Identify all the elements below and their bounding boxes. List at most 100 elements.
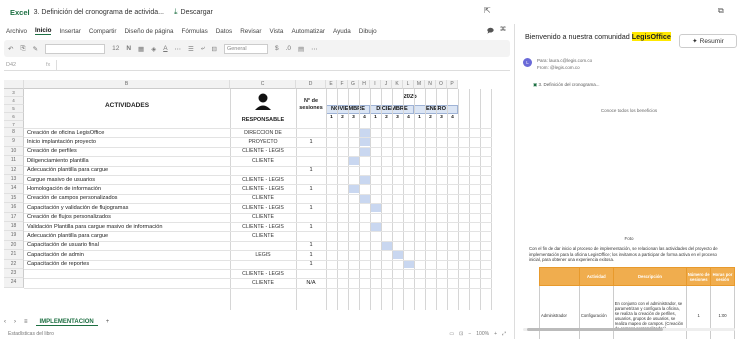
- tab-insertar[interactable]: Insertar: [59, 28, 80, 35]
- pane-toggle-icon[interactable]: ⇱: [484, 6, 491, 15]
- col-head-p[interactable]: P: [447, 80, 458, 89]
- sessions-cell[interactable]: 1: [296, 224, 326, 230]
- gantt-bar-cell[interactable]: [348, 156, 359, 165]
- sessions-cell[interactable]: 1: [296, 139, 326, 145]
- font-size-select[interactable]: 12: [112, 45, 119, 52]
- more-icon[interactable]: ⋯: [175, 45, 182, 53]
- col-head-m[interactable]: M: [414, 80, 425, 89]
- sessions-cell[interactable]: 1: [296, 205, 326, 211]
- font-color-icon[interactable]: A: [163, 45, 167, 52]
- pane-scrollbar[interactable]: [523, 328, 735, 331]
- gantt-bar-cell[interactable]: [403, 260, 414, 269]
- responsible-cell[interactable]: CLIENTE: [230, 195, 296, 201]
- activity-cell[interactable]: Capacitación y validación de flujogramas: [27, 205, 252, 211]
- name-box[interactable]: D42: [4, 62, 34, 68]
- gantt-bar-cell[interactable]: [392, 250, 403, 259]
- document-title[interactable]: 3. Definición del cronograma de activida…: [34, 9, 164, 16]
- row-head[interactable]: 8: [4, 128, 24, 138]
- sessions-cell[interactable]: 1: [296, 261, 326, 267]
- sheet-tab-implementacion[interactable]: IMPLEMENTACION: [35, 319, 98, 326]
- zoom-level[interactable]: 100%: [476, 331, 489, 337]
- col-head-i[interactable]: I: [370, 80, 381, 89]
- row-head[interactable]: 24: [4, 278, 24, 288]
- tab-automatizar[interactable]: Automatizar: [291, 28, 325, 35]
- activity-cell[interactable]: Creación de oficina LegisOffice: [27, 130, 252, 136]
- col-head-e[interactable]: E: [326, 80, 337, 89]
- gantt-bar-cell[interactable]: [359, 138, 370, 147]
- tab-vista[interactable]: Vista: [270, 28, 284, 35]
- page-layout-icon[interactable]: ⊡: [459, 331, 463, 337]
- row-head[interactable]: 10: [4, 146, 24, 157]
- row-head[interactable]: 9: [4, 137, 24, 147]
- responsible-cell[interactable]: PROYECTO: [230, 139, 296, 145]
- borders-icon[interactable]: ▦: [138, 45, 144, 53]
- gantt-bar-cell[interactable]: [359, 147, 370, 156]
- select-all-corner[interactable]: [4, 80, 24, 89]
- activity-cell[interactable]: Homologación de información: [27, 186, 252, 192]
- toolbar-more-icon[interactable]: ⋯: [311, 45, 318, 53]
- clipboard-icon[interactable]: ⎘: [20, 45, 25, 53]
- activity-cell[interactable]: Adecuación plantilla para cargue: [27, 233, 252, 239]
- activity-cell[interactable]: Capacitación de usuario final: [27, 242, 252, 248]
- col-head-c[interactable]: C: [230, 80, 296, 89]
- responsible-cell[interactable]: LEGIS: [230, 252, 296, 258]
- tab-inicio[interactable]: Inicio: [35, 27, 52, 35]
- row-head[interactable]: 14: [4, 184, 24, 194]
- currency-icon[interactable]: $: [275, 45, 279, 52]
- sessions-cell[interactable]: 1: [296, 252, 326, 258]
- responsible-cell[interactable]: CLIENTE: [230, 233, 296, 239]
- activity-cell[interactable]: Creación de campos personalizados: [27, 195, 252, 201]
- zoom-in-icon[interactable]: +: [494, 331, 497, 337]
- prev-sheet-icon[interactable]: ‹: [4, 319, 6, 325]
- fill-color-icon[interactable]: ◈: [151, 45, 156, 53]
- responsible-cell[interactable]: CLIENTE: [230, 214, 296, 220]
- row-head[interactable]: 20: [4, 240, 24, 251]
- responsible-cell[interactable]: CLIENTE: [230, 280, 296, 286]
- row-head[interactable]: 17: [4, 212, 24, 222]
- col-head-k[interactable]: K: [392, 80, 403, 89]
- undo-icon[interactable]: ↶: [8, 45, 13, 53]
- row-head[interactable]: 4: [4, 97, 24, 105]
- responsible-cell[interactable]: CLIENTE - LEGIS: [230, 224, 296, 230]
- fx-icon[interactable]: fx: [46, 62, 50, 68]
- row-head[interactable]: 3: [4, 89, 24, 97]
- row-head[interactable]: 5: [4, 105, 24, 113]
- add-sheet-button[interactable]: +: [106, 319, 110, 325]
- activity-cell[interactable]: Creación de perfiles: [27, 148, 252, 154]
- tab-archivo[interactable]: Archivo: [6, 28, 27, 35]
- row-head[interactable]: 18: [4, 222, 24, 232]
- responsible-cell[interactable]: CLIENTE - LEGIS: [230, 186, 296, 192]
- row-head[interactable]: 22: [4, 259, 24, 269]
- col-head-d[interactable]: D: [296, 80, 326, 89]
- view-normal-icon[interactable]: ▭: [449, 331, 454, 337]
- font-family-select[interactable]: [45, 43, 106, 54]
- tab-ayuda[interactable]: Ayuda: [333, 28, 351, 35]
- col-head-b[interactable]: B: [24, 80, 230, 89]
- row-head[interactable]: 7: [4, 121, 24, 128]
- row-head[interactable]: 19: [4, 231, 24, 241]
- activity-cell[interactable]: Adecuación plantilla para cargue: [27, 167, 252, 173]
- activity-cell[interactable]: Diligenciamiento plantilla: [27, 158, 252, 164]
- sessions-cell[interactable]: 1: [296, 242, 326, 248]
- comments-icon[interactable]: 🗩: [487, 26, 494, 37]
- workbook-stats[interactable]: Estadísticas del libro: [8, 331, 54, 337]
- bold-icon[interactable]: N: [126, 45, 131, 52]
- sessions-cell[interactable]: N/A: [296, 280, 326, 286]
- responsible-cell[interactable]: CLIENTE - LEGIS: [230, 205, 296, 211]
- row-head[interactable]: 11: [4, 156, 24, 166]
- tab-dibujo[interactable]: Dibujo: [359, 28, 377, 35]
- activity-cell[interactable]: Creación de flujos personalizados: [27, 214, 252, 220]
- align-icon[interactable]: ☰: [188, 45, 194, 53]
- gantt-bar-cell[interactable]: [348, 185, 359, 194]
- all-sheets-icon[interactable]: ≡: [24, 319, 28, 325]
- col-head-l[interactable]: L: [403, 80, 414, 89]
- row-head[interactable]: 16: [4, 203, 24, 213]
- responsible-cell[interactable]: CLIENTE - LEGIS: [230, 177, 296, 183]
- gantt-bar-cell[interactable]: [381, 241, 392, 250]
- avatar[interactable]: L: [523, 58, 532, 67]
- activity-cell[interactable]: Validación Plantilla para cargue masivo …: [27, 224, 252, 230]
- summarize-button[interactable]: ✦ Resumir: [679, 34, 737, 48]
- gantt-bar-cell[interactable]: [359, 128, 370, 137]
- download-button[interactable]: ⤓ Descargar: [174, 7, 213, 17]
- responsible-cell[interactable]: DIRECCIÓN DE: [230, 130, 296, 136]
